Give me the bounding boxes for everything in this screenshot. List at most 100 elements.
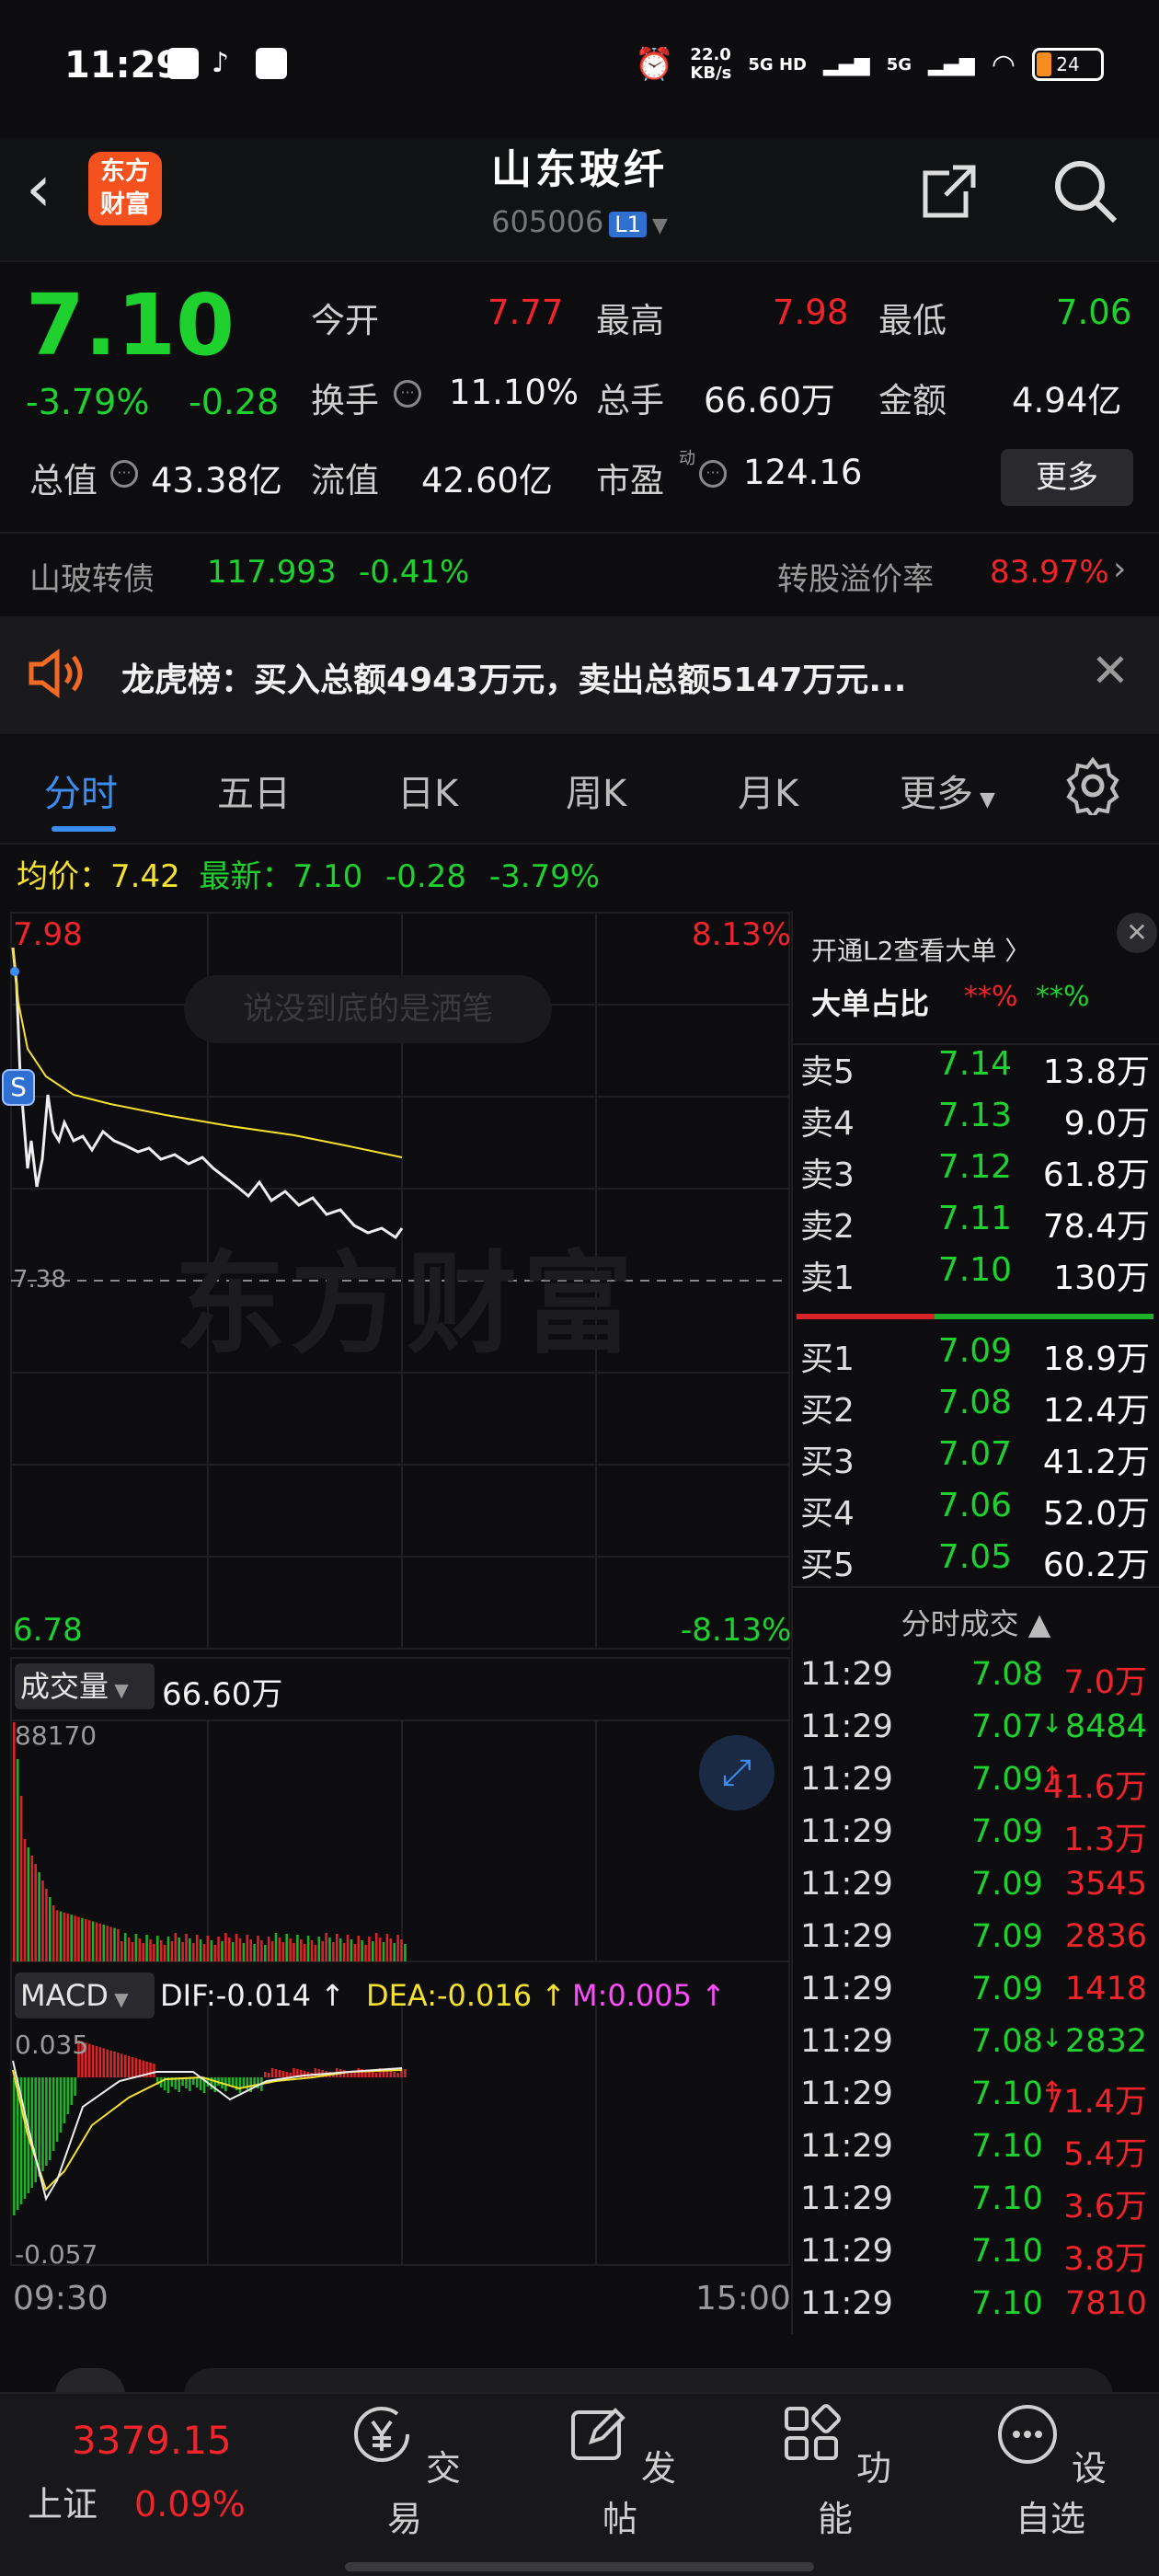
index-percent: 0.09% (134, 2484, 246, 2524)
tick-volume: 8484 (1064, 1708, 1147, 1745)
macd-bar (34, 2077, 37, 2182)
tick-row: 11:29 7.08 7.0万 (800, 1656, 1154, 1708)
tick-time: 11:29 (800, 1971, 893, 2007)
volume-bar (30, 1856, 34, 1961)
nav-trade[interactable]: 交易 (340, 2401, 469, 2541)
volume-bar (59, 1911, 63, 1961)
volume-bar (361, 1940, 363, 1961)
volume-bar (138, 1938, 142, 1961)
macd-bar (270, 2068, 274, 2077)
tab-intraday[interactable]: 分时 (44, 764, 118, 817)
volume-bar (16, 1759, 19, 1961)
notification-icons: ♪ (167, 48, 287, 79)
macd-bar (123, 2054, 127, 2077)
info-icon[interactable]: ··· (394, 380, 421, 408)
volume-bar (249, 1939, 252, 1961)
share-icon[interactable] (912, 155, 986, 228)
expand-chart-icon[interactable]: ⤢ (699, 1735, 775, 1811)
volume-bar (77, 1916, 80, 1961)
volume-bar (189, 1938, 191, 1961)
volume-bar (353, 1944, 357, 1961)
chevron-down-icon: ▼ (973, 788, 995, 811)
bid-price: 7.09 (937, 1332, 1012, 1370)
bid-row: 买3 7.07 41.2万 (800, 1435, 1154, 1487)
macd-bar (138, 2059, 142, 2077)
battery-level: 24 (1056, 53, 1080, 75)
convertible-bond-row[interactable] (0, 532, 1159, 615)
divider (793, 1586, 1159, 1588)
intraday-chart[interactable] (0, 911, 791, 2337)
tick-volume: 41.6万 (1043, 1769, 1147, 1806)
macd-bar (55, 2077, 59, 2142)
more-dots-icon (997, 2405, 1057, 2464)
nav-post[interactable]: 发帖 (556, 2401, 684, 2541)
info-icon[interactable]: ··· (699, 460, 727, 488)
alarm-icon: ⏰ (635, 46, 674, 83)
time-axis-start: 09:30 (13, 2280, 109, 2317)
tick-row: 11:29 7.09 1418 (800, 1971, 1154, 2023)
nav-functions[interactable]: 功能 (771, 2401, 900, 2541)
macd-bar (389, 2071, 393, 2077)
volume-bar (174, 1933, 178, 1961)
volume-indicator-select[interactable]: 成交量 ▼ (15, 1663, 155, 1709)
net-speed-value: 22.0 (690, 45, 731, 64)
amount-value: 4.94亿 (1012, 381, 1122, 420)
more-quote-button[interactable]: 更多 (1001, 449, 1133, 506)
stock-code: 605006 (491, 204, 604, 239)
tick-direction: ↓ (1041, 1708, 1063, 1739)
sell-signal-marker[interactable]: S (2, 1069, 35, 1106)
volume-bar (120, 1941, 123, 1961)
volume-bar (253, 1944, 256, 1961)
tick-time: 11:29 (800, 1656, 893, 1693)
volume-bar (350, 1939, 353, 1961)
tab-weekly-k[interactable]: 周K (566, 764, 626, 817)
tick-price: 7.10 (971, 2128, 1043, 2165)
macd-bar (30, 2077, 34, 2188)
index-ticker[interactable]: 3379.15 上证 0.09% (28, 2418, 304, 2526)
tab-five-day[interactable]: 五日 (217, 764, 291, 817)
macd-bar (63, 2077, 66, 2123)
bid-price: 7.08 (937, 1384, 1012, 1421)
volume-bar (156, 1936, 159, 1961)
info-icon[interactable]: ··· (110, 460, 138, 488)
macd-bar (189, 2077, 191, 2091)
volume-bar (270, 1941, 274, 1961)
close-icon[interactable]: ✕ (1117, 913, 1157, 953)
macd-bar (91, 2044, 95, 2077)
tab-more[interactable]: 更多 ▼ (900, 764, 995, 817)
bid-row: 买1 7.09 18.9万 (800, 1332, 1154, 1384)
volume-bar (181, 1942, 184, 1961)
tick-volume: 71.4万 (1043, 2084, 1147, 2121)
volume-bar (63, 1912, 66, 1961)
volume-bar (192, 1943, 195, 1961)
tick-time: 11:29 (800, 2023, 893, 2060)
pe-label: 市盈 (596, 461, 664, 500)
bid-ask-ratio-red (797, 1314, 935, 1319)
settings-gear-icon[interactable] (1063, 756, 1122, 815)
volume-bar (378, 1938, 382, 1961)
danmaku-comment: 说没到底的是洒笔 (184, 975, 552, 1043)
bid-volume: 12.4万 (1042, 1392, 1150, 1430)
volume-bar (117, 1928, 120, 1961)
bid-row: 买2 7.08 12.4万 (800, 1384, 1154, 1435)
chevron-up-icon: ▲ (1018, 1606, 1051, 1641)
ticks-header[interactable]: 分时成交 ▲ (793, 1601, 1159, 1643)
big-order-green: **% (1036, 981, 1090, 1013)
macd-dif: DIF:-0.014 ↑ (160, 1978, 345, 2013)
index-value: 3379.15 (72, 2418, 232, 2463)
tab-daily-k[interactable]: 日K (397, 764, 458, 817)
tab-monthly-k[interactable]: 月K (738, 764, 798, 817)
l2-upgrade-link[interactable]: 开通L2查看大单 〉 (811, 931, 1030, 968)
latest-value: 7.10 (293, 858, 363, 895)
tick-price: 7.09 (971, 1813, 1043, 1850)
nav-add-watchlist[interactable]: 设自选 (986, 2401, 1115, 2541)
volume-bar (235, 1934, 238, 1961)
volume-bar (264, 1945, 267, 1961)
macd-indicator-select[interactable]: MACD ▼ (15, 1972, 155, 2018)
volume-indicator-label: 成交量 (20, 1669, 109, 1704)
search-icon[interactable] (1049, 155, 1122, 228)
close-icon[interactable]: ✕ (1091, 644, 1130, 697)
volume-bar (332, 1942, 335, 1961)
latest-percent: -3.79% (488, 858, 601, 895)
tick-direction: ↓ (1041, 2023, 1063, 2053)
